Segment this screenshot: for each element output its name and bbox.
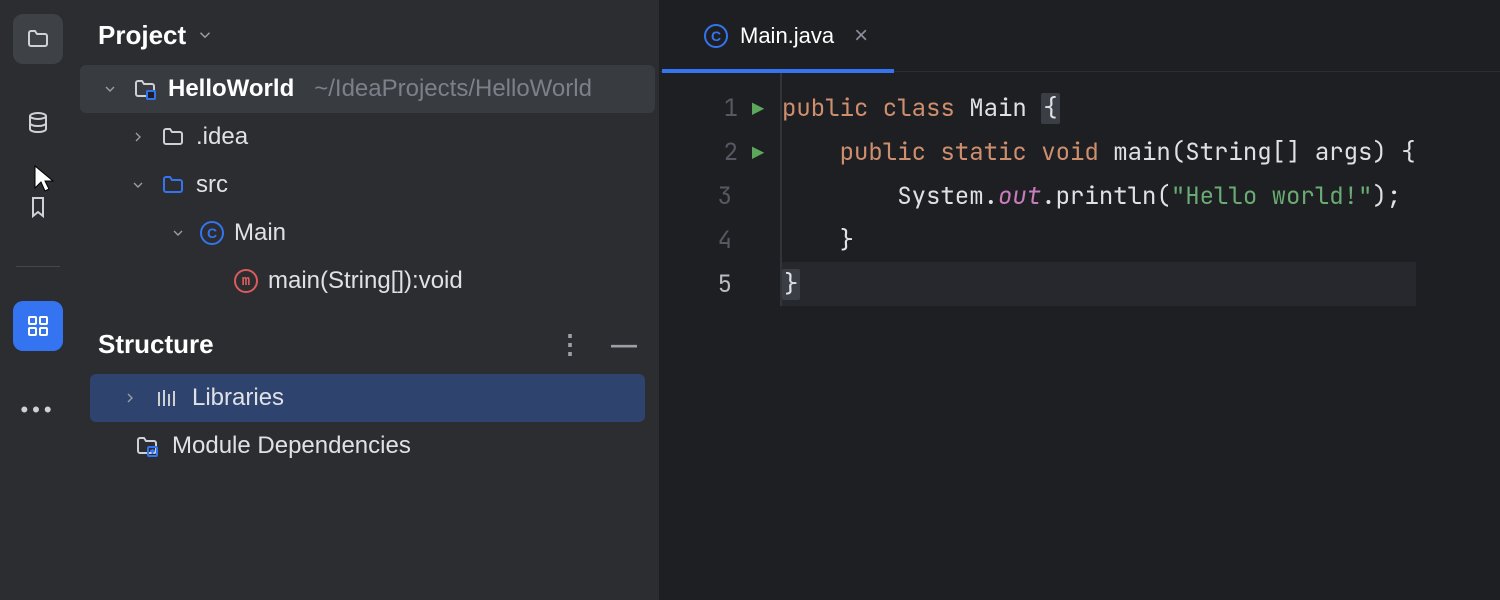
more-horizontal-icon: ••• [25,397,51,423]
structure-libraries[interactable]: Libraries [90,374,645,422]
source-folder-icon [160,172,186,198]
bookmark-icon [25,194,51,220]
rail-bookmark-button[interactable] [13,182,63,232]
code-line[interactable]: } [782,218,1416,262]
editor: C Main.java × 1 ▶ 2 ▶ 3 4 5 public class M… [660,0,1500,600]
code-line[interactable]: } [782,262,1416,306]
code-line[interactable]: public static void main(String[] args) { [782,130,1416,174]
structure-module-deps[interactable]: Module Dependencies [76,422,659,470]
structure-pane-title: Structure [98,329,214,360]
tree-root-path: ~/IdeaProjects/HelloWorld [314,75,592,103]
line-number: 4 [718,225,732,256]
code-body[interactable]: public class Main { public static void m… [782,72,1416,306]
structure-module-deps-label: Module Dependencies [172,432,411,460]
apps-icon [25,313,51,339]
chevron-right-icon [126,129,150,145]
class-icon: C [200,221,224,245]
tab-main-java[interactable]: C Main.java × [688,3,884,69]
method-icon: m [234,269,258,293]
tree-root[interactable]: HelloWorld ~/IdeaProjects/HelloWorld [80,65,655,113]
code-area[interactable]: 1 ▶ 2 ▶ 3 4 5 public class Main { public s… [660,72,1500,306]
line-number: 2 [724,137,738,168]
run-gutter-icon[interactable]: ▶ [752,96,764,122]
tree-method-main[interactable]: m main(String[]):void [76,257,659,305]
project-pane-title: Project [98,20,186,51]
structure-libraries-label: Libraries [192,384,284,412]
chevron-right-icon [118,390,142,406]
tree-method-label: main(String[]):void [268,267,463,295]
chevron-down-icon [98,81,122,97]
project-tree: HelloWorld ~/IdeaProjects/HelloWorld .id… [76,61,659,323]
gutter: 1 ▶ 2 ▶ 3 4 5 [660,72,780,306]
class-icon: C [704,24,728,48]
folder-icon [25,26,51,52]
chevron-down-icon [166,225,190,241]
editor-tabbar: C Main.java × [660,0,1500,72]
minimize-icon[interactable]: — [611,329,637,360]
rail-separator [16,266,60,267]
rail-database-button[interactable] [13,98,63,148]
code-line[interactable]: System.out.println("Hello world!"); [782,174,1416,218]
rail-apps-button[interactable] [13,301,63,351]
side-panel: Project HelloWorld ~/IdeaProjects/HelloW… [76,0,660,600]
chevron-down-icon [196,20,214,51]
tab-label: Main.java [740,23,834,49]
project-folder-icon [132,76,158,102]
rail-more-button[interactable]: ••• [13,385,63,435]
structure-tree: Libraries Module Dependencies [76,370,659,488]
tool-rail: ••• [0,0,76,600]
structure-pane-header[interactable]: Structure ⋮ — [76,323,659,370]
tree-src-folder[interactable]: src [76,161,659,209]
project-pane-header[interactable]: Project [76,0,659,61]
chevron-down-icon [126,177,150,193]
tree-class-label: Main [234,219,286,247]
folder-icon [160,124,186,150]
code-line[interactable]: public class Main { [782,86,1416,130]
database-icon [25,110,51,136]
line-number: 3 [718,181,732,212]
line-number: 1 [724,93,738,124]
tree-idea-folder[interactable]: .idea [76,113,659,161]
tree-class-main[interactable]: C Main [76,209,659,257]
rail-project-button[interactable] [13,14,63,64]
line-number: 5 [718,269,732,300]
libraries-icon [154,385,180,411]
run-gutter-icon[interactable]: ▶ [752,140,764,166]
tree-idea-label: .idea [196,123,248,151]
tree-src-label: src [196,171,228,199]
tree-root-name: HelloWorld [168,75,294,103]
more-vertical-icon[interactable]: ⋮ [557,329,583,360]
close-icon[interactable]: × [854,22,868,50]
module-deps-icon [134,433,160,459]
